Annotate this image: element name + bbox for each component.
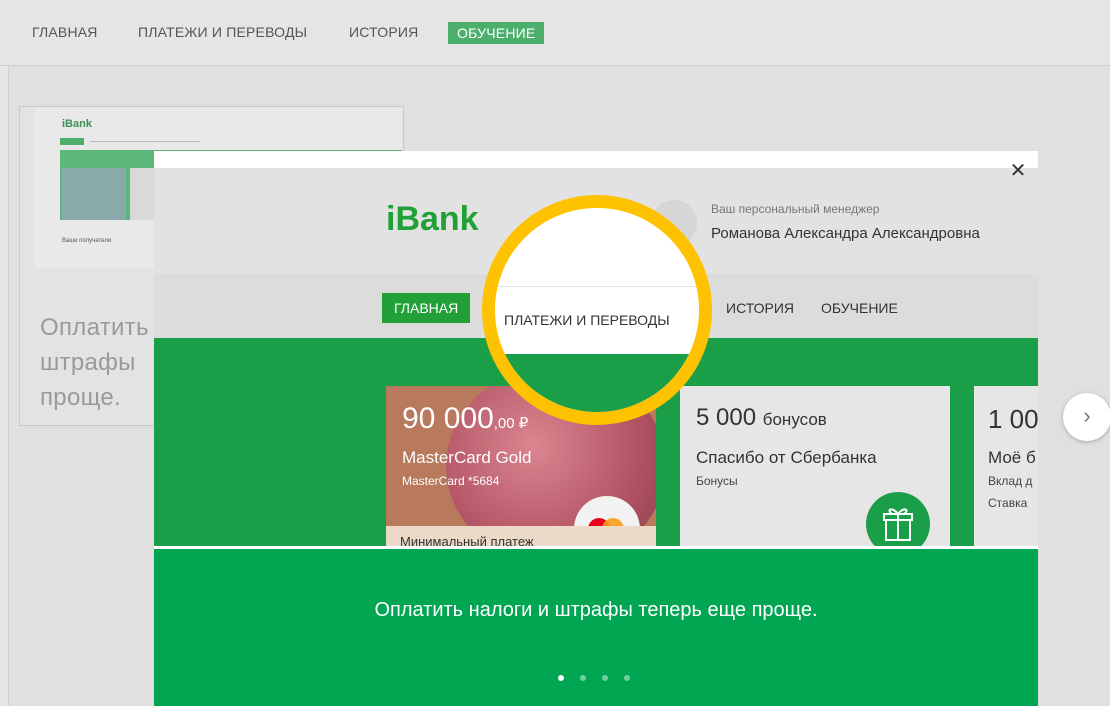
manager-name: Романова Александра Александровна [711, 225, 980, 242]
manager-label: Ваш персональный менеджер [711, 202, 880, 216]
magnified-menu-payments: ПЛАТЕЖИ И ПЕРЕВОДЫ [504, 312, 670, 328]
card-number: MasterCard *5684 [402, 474, 500, 488]
thumb-card [62, 168, 126, 220]
nav-home[interactable]: ГЛАВНАЯ [32, 24, 98, 40]
card-bonuses: 5 000 бонусов Спасибо от Сбербанка Бонус… [680, 386, 950, 546]
bonus-amount: 5 000 бонусов [696, 404, 827, 431]
close-icon[interactable]: ✕ [1007, 160, 1029, 182]
dot-3[interactable] [602, 675, 608, 681]
bonus-sub: Бонусы [696, 474, 738, 488]
min-payment: Минимальный платеж [386, 526, 656, 546]
caption-line-3: проще. [40, 384, 121, 411]
dot-4[interactable] [624, 675, 630, 681]
highlight-magnifier: ПЛАТЕЖИ И ПЕРЕВОДЫ [482, 195, 712, 425]
thumb-menu [60, 138, 200, 145]
dot-1[interactable] [558, 675, 564, 681]
top-nav: ГЛАВНАЯ ПЛАТЕЖИ И ПЕРЕВОДЫ ИСТОРИЯ ОБУЧЕ… [0, 0, 1110, 66]
tutorial-modal: iBank Ваш персональный менеджер Романова… [154, 151, 1038, 706]
pagination-dots [554, 675, 638, 683]
tutorial-footer: Оплатить налоги и штрафы теперь еще прощ… [154, 549, 1038, 706]
nav-learning[interactable]: ОБУЧЕНИЕ [448, 22, 545, 44]
caption-line-2: штрафы [40, 349, 136, 376]
deposit-sub: Вклад д [988, 474, 1033, 488]
nav-history[interactable]: ИСТОРИЯ [349, 24, 418, 40]
lesson-caption: Оплатить штрафы проще. [40, 310, 149, 415]
card-name: MasterCard Gold [402, 448, 532, 467]
deposit-title: Моё б [988, 448, 1036, 467]
screen-menu-history: ИСТОРИЯ [726, 300, 795, 316]
tutorial-screenshot: iBank Ваш персональный менеджер Романова… [154, 168, 1038, 546]
deposit-amount: 1 00 [988, 404, 1038, 434]
chevron-right-icon: › [1083, 403, 1091, 428]
screen-menu-home: ГЛАВНАЯ [382, 293, 471, 323]
bonus-title: Спасибо от Сбербанка [696, 448, 877, 467]
ibank-logo: iBank [386, 200, 479, 238]
nav-payments[interactable]: ПЛАТЕЖИ И ПЕРЕВОДЫ [138, 24, 307, 40]
next-button[interactable]: › [1063, 393, 1110, 441]
tutorial-caption: Оплатить налоги и штрафы теперь еще прощ… [374, 599, 818, 621]
caption-line-1: Оплатить [40, 314, 149, 341]
thumb-recipients: Ваши получатели [62, 238, 112, 244]
screen-menu-learning: ОБУЧЕНИЕ [821, 300, 898, 316]
dot-2[interactable] [580, 675, 586, 681]
card-deposit: 1 00 Моё б Вклад д Ставка [974, 386, 1038, 546]
gift-icon [866, 492, 930, 546]
thumb-logo: iBank [62, 118, 92, 130]
deposit-rate: Ставка [988, 496, 1028, 510]
